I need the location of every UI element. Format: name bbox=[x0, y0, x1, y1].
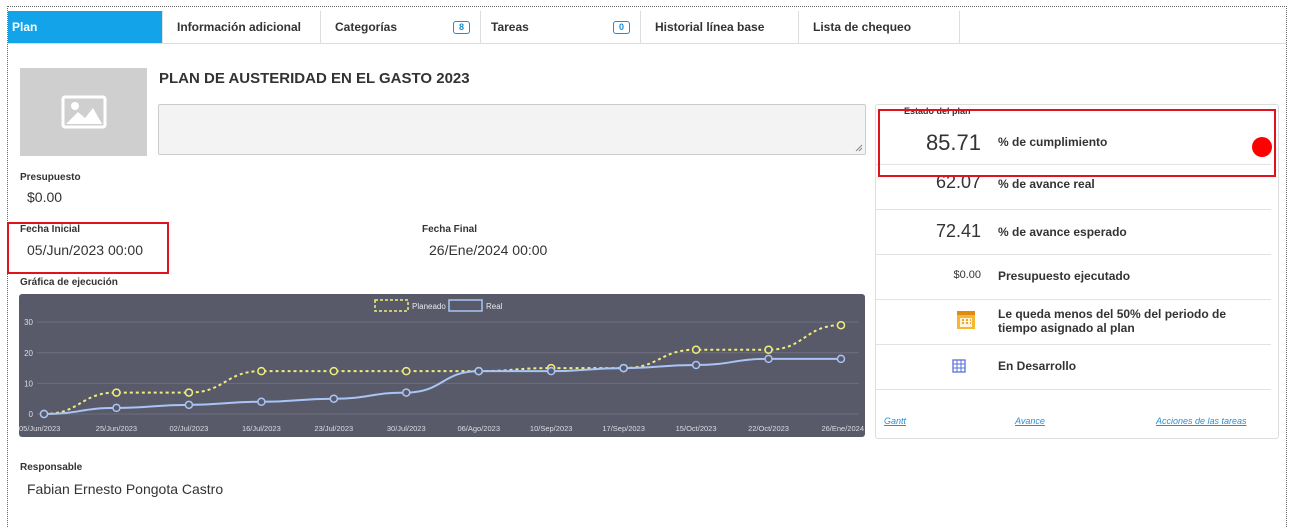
budget-value: $0.00 bbox=[27, 189, 63, 205]
tab-historial-linea-base[interactable]: Historial línea base bbox=[641, 11, 799, 43]
plan-title: PLAN DE AUSTERIDAD EN EL GASTO 2023 bbox=[159, 70, 470, 87]
chart-x-tick-label: 02/Jul/2023 bbox=[170, 424, 209, 433]
data-point-real bbox=[836, 354, 846, 364]
chart-x-tick-label: 16/Jul/2023 bbox=[242, 424, 281, 433]
data-point-real bbox=[184, 400, 194, 410]
series-line-planeado bbox=[43, 324, 842, 415]
start-date-label: Fecha Inicial bbox=[20, 224, 81, 235]
image-icon bbox=[61, 95, 106, 129]
data-point-real bbox=[764, 354, 773, 364]
legend-swatch-real bbox=[448, 299, 483, 312]
calendar-icon bbox=[957, 311, 975, 329]
data-point-real bbox=[112, 403, 121, 413]
avance-link[interactable]: Avance bbox=[1015, 416, 1045, 426]
tab-lista-de-chequeo[interactable]: Lista de chequeo bbox=[799, 11, 960, 43]
resize-handle-icon[interactable] bbox=[855, 144, 863, 152]
avance-esperado-label: % de avance esperado bbox=[998, 225, 1127, 239]
building-icon bbox=[952, 359, 966, 373]
chart-y-tick-label: 30 bbox=[24, 318, 33, 327]
data-point-real bbox=[39, 409, 49, 419]
tab-label: Historial línea base bbox=[655, 20, 765, 34]
data-point-planeado bbox=[257, 366, 266, 376]
avance-esperado-value: 72.41 bbox=[935, 221, 981, 241]
data-point-planeado bbox=[112, 388, 121, 397]
tab-label: Categorías bbox=[335, 20, 398, 34]
chart-x-tick-label: 25/Jun/2023 bbox=[96, 424, 137, 433]
status-row-time-notice: Le queda menos del 50% del periodo de ti… bbox=[876, 299, 1271, 345]
status-row-state: En Desarrollo bbox=[876, 344, 1271, 390]
chart-y-tick-label: 0 bbox=[29, 410, 34, 419]
gantt-link[interactable]: Gantt bbox=[884, 416, 906, 426]
chart-label: Gráfica de ejecución bbox=[20, 277, 118, 288]
chart-x-tick-label: 30/Jul/2023 bbox=[387, 424, 426, 433]
count-badge: 0 bbox=[612, 21, 630, 34]
plan-image-placeholder[interactable] bbox=[20, 68, 147, 156]
chart-y-tick-label: 10 bbox=[24, 379, 33, 388]
status-row-presupuesto-ejecutado: $0.00 Presupuesto ejecutado bbox=[876, 254, 1271, 300]
data-point-real bbox=[329, 394, 339, 403]
description-textarea[interactable] bbox=[158, 104, 866, 155]
chart-y-tick-label: 20 bbox=[24, 349, 33, 358]
data-point-planeado bbox=[329, 366, 339, 376]
legend-label-real: Real bbox=[486, 302, 503, 311]
data-point-real bbox=[546, 366, 556, 376]
time-notice-text: Le queda menos del 50% del periodo de ti… bbox=[998, 307, 1227, 335]
presupuesto-ejecutado-label: Presupuesto ejecutado bbox=[998, 269, 1131, 283]
legend-label-planeado: Planeado bbox=[412, 302, 446, 311]
tab-plan[interactable]: Plan bbox=[8, 11, 163, 43]
tab-label: Plan bbox=[12, 20, 38, 34]
series-line-real bbox=[43, 357, 841, 415]
tab-label: Tareas bbox=[491, 20, 529, 34]
data-point-planeado bbox=[836, 320, 846, 330]
status-row-avance-esperado: 72.41 % de avance esperado bbox=[876, 209, 1271, 255]
start-date-value: 05/Jun/2023 00:00 bbox=[27, 242, 143, 258]
end-date-label: Fecha Final bbox=[422, 224, 478, 235]
end-date-value: 26/Ene/2024 00:00 bbox=[429, 242, 548, 258]
tab-label: Lista de chequeo bbox=[813, 20, 912, 34]
legend-swatch-planeado bbox=[374, 299, 409, 312]
tab-tareas[interactable]: Tareas 0 bbox=[481, 11, 641, 43]
chart-x-tick-label: 06/Ago/2023 bbox=[457, 424, 500, 433]
chart-x-tick-label: 23/Jul/2023 bbox=[314, 424, 353, 433]
count-badge: 8 bbox=[452, 21, 470, 34]
tab-informacion-adicional[interactable]: Información adicional bbox=[163, 11, 321, 43]
data-point-real bbox=[257, 397, 266, 406]
data-point-real bbox=[474, 366, 483, 376]
chart-x-tick-label: 17/Sep/2023 bbox=[602, 424, 645, 433]
plan-state-text: En Desarrollo bbox=[998, 359, 1077, 373]
chart-x-tick-label: 26/Ene/2024 bbox=[821, 424, 864, 433]
execution-chart: 0 10 20 30 05/Jun/2023 25/Jun/2023 02/Jul/2023… bbox=[19, 294, 865, 437]
chart-x-tick-label: 22/Oct/2023 bbox=[748, 424, 789, 433]
responsible-value: Fabian Ernesto Pongota Castro bbox=[27, 481, 224, 497]
chart-x-tick-label: 05/Jun/2023 bbox=[19, 424, 60, 433]
data-point-planeado bbox=[184, 388, 194, 397]
chart-x-tick-label: 10/Sep/2023 bbox=[530, 424, 573, 433]
budget-label: Presupuesto bbox=[20, 172, 81, 183]
tab-categorias[interactable]: Categorías 8 bbox=[321, 11, 481, 43]
avance-real-label: % de avance real bbox=[998, 177, 1095, 191]
tab-label: Información adicional bbox=[177, 20, 302, 34]
acciones-tareas-link[interactable]: Acciones de las tareas bbox=[1156, 416, 1247, 426]
execution-chart-svg: 0 10 20 30 05/Jun/2023 25/Jun/2023 02/Jul/2023… bbox=[19, 299, 864, 433]
data-point-real bbox=[691, 360, 701, 370]
presupuesto-ejecutado-value: $0.00 bbox=[953, 269, 981, 281]
data-point-planeado bbox=[764, 345, 773, 354]
data-point-real bbox=[402, 388, 411, 397]
data-point-planeado bbox=[402, 366, 411, 376]
data-point-real bbox=[619, 363, 628, 373]
data-point-planeado bbox=[691, 345, 701, 354]
responsible-label: Responsable bbox=[20, 462, 83, 473]
highlight-box bbox=[878, 109, 1276, 177]
tab-bar: Plan Información adicional Categorías 8 T… bbox=[8, 11, 1286, 44]
chart-x-tick-label: 15/Oct/2023 bbox=[676, 424, 717, 433]
